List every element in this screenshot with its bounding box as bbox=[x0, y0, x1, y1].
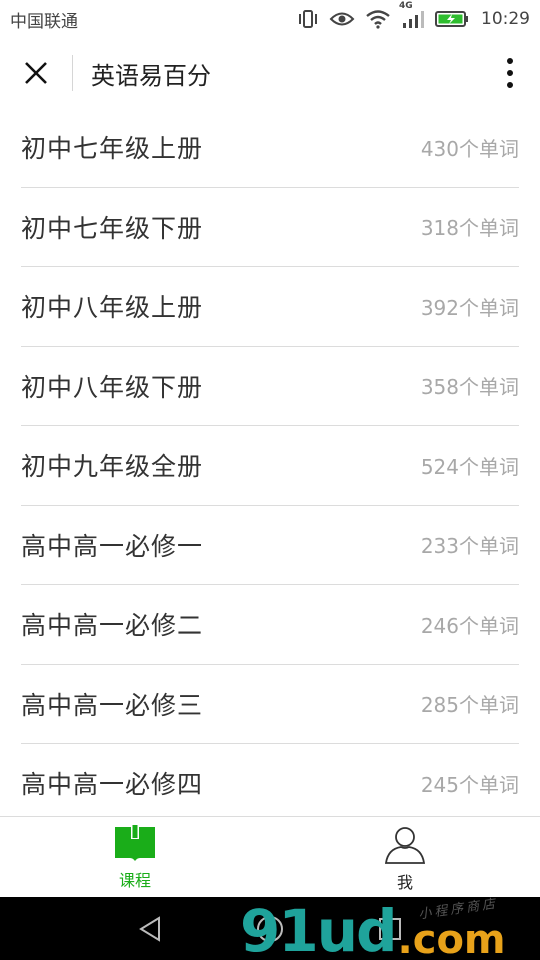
network-type: 4G bbox=[399, 1, 413, 11]
course-list-item[interactable]: 初中八年级下册 358个单词 bbox=[21, 347, 519, 426]
course-list-item[interactable]: 初中七年级下册 318个单词 bbox=[21, 188, 519, 267]
tab-courses[interactable]: 课程 bbox=[0, 817, 270, 897]
course-list: 初中七年级上册 430个单词 初中七年级下册 318个单词 初中八年级上册 392个单词初… bbox=[0, 108, 540, 816]
course-word-count: 392个单词 bbox=[420, 295, 519, 320]
course-word-count: 358个单词 bbox=[420, 375, 519, 400]
course-name: 高中高一必修三 bbox=[21, 690, 204, 720]
more-vertical-icon[interactable] bbox=[506, 57, 514, 89]
course-name: 初中七年级上册 bbox=[21, 134, 204, 164]
course-word-count: 318个单词 bbox=[420, 216, 519, 241]
carrier-name: 中国联通 bbox=[10, 11, 78, 32]
course-name: 高中高一必修一 bbox=[21, 531, 204, 561]
course-name: 初中八年级上册 bbox=[21, 293, 204, 323]
back-icon[interactable] bbox=[137, 915, 163, 943]
course-word-count: 233个单词 bbox=[420, 534, 519, 559]
course-name: 高中高一必修四 bbox=[21, 770, 204, 800]
system-nav-bar bbox=[0, 897, 540, 960]
course-word-count: 524个单词 bbox=[420, 454, 519, 479]
course-list-item[interactable]: 初中九年级全册 524个单词 bbox=[21, 426, 519, 506]
course-list-item[interactable]: 初中八年级上册 392个单词 bbox=[21, 267, 519, 347]
page-title: 英语易百分 bbox=[91, 61, 211, 90]
header-divider bbox=[72, 55, 73, 91]
tab-bar: 课程 我 bbox=[0, 816, 540, 897]
course-name: 高中高一必修二 bbox=[21, 611, 204, 641]
close-icon[interactable] bbox=[23, 60, 49, 86]
home-icon[interactable] bbox=[255, 914, 285, 944]
course-word-count: 285个单词 bbox=[420, 693, 519, 718]
course-list-item[interactable]: 高中高一必修三 285个单词 bbox=[21, 665, 519, 744]
more-button[interactable] bbox=[480, 38, 540, 108]
course-list-item[interactable]: 高中高一必修四 245个单词 bbox=[21, 744, 519, 816]
recents-icon[interactable] bbox=[377, 916, 403, 942]
vibrate-icon bbox=[297, 9, 319, 29]
close-button[interactable] bbox=[0, 38, 72, 108]
back-button[interactable] bbox=[120, 904, 180, 954]
clock: 10:29 bbox=[481, 9, 530, 29]
course-name: 初中七年级下册 bbox=[21, 213, 204, 243]
course-name: 初中八年级下册 bbox=[21, 372, 204, 402]
book-icon bbox=[115, 825, 155, 861]
tab-me[interactable]: 我 bbox=[270, 817, 540, 897]
course-list-item[interactable]: 初中七年级上册 430个单词 bbox=[21, 108, 519, 188]
home-button[interactable] bbox=[240, 904, 300, 954]
signal-icon: 4G bbox=[399, 1, 425, 29]
recents-button[interactable] bbox=[360, 904, 420, 954]
tab-me-label: 我 bbox=[396, 873, 413, 892]
wifi-icon bbox=[365, 9, 391, 29]
user-icon bbox=[384, 827, 426, 864]
eye-icon bbox=[329, 9, 355, 29]
tab-courses-label: 课程 bbox=[118, 871, 151, 890]
app-header: 英语易百分 bbox=[0, 38, 540, 108]
battery-icon bbox=[435, 10, 469, 28]
status-bar: 中国联通 4G 10:29 bbox=[0, 0, 540, 38]
course-word-count: 430个单词 bbox=[420, 136, 519, 161]
status-icons: 4G 10:29 bbox=[297, 1, 530, 29]
course-word-count: 246个单词 bbox=[420, 613, 519, 638]
course-word-count: 245个单词 bbox=[420, 772, 519, 797]
course-list-item[interactable]: 高中高一必修一 233个单词 bbox=[21, 506, 519, 585]
course-list-item[interactable]: 高中高一必修二 246个单词 bbox=[21, 585, 519, 665]
course-name: 初中九年级全册 bbox=[21, 452, 204, 482]
